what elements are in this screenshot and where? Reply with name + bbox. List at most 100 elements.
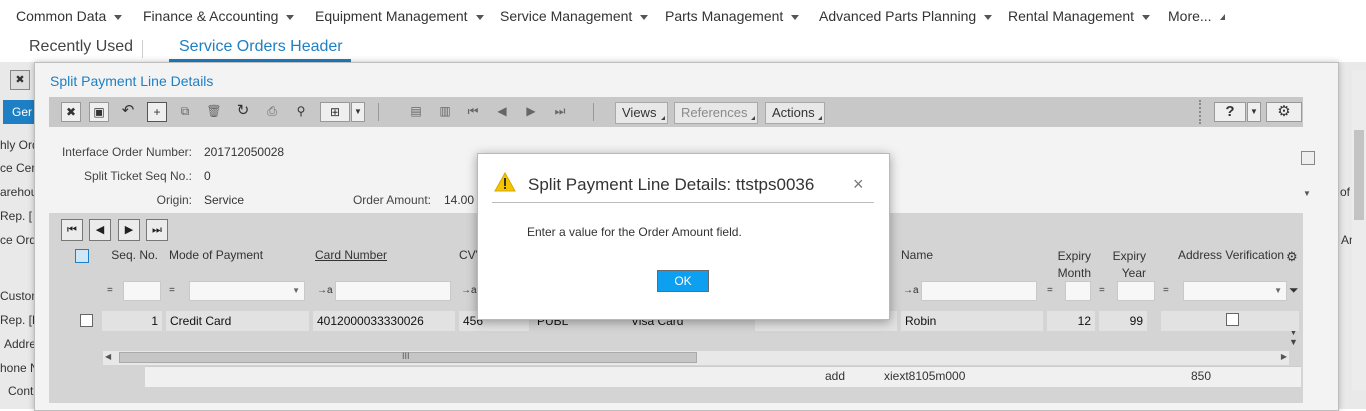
address-verification-checkbox[interactable]: [1226, 313, 1239, 326]
references-label: References: [681, 105, 748, 120]
first-record-icon[interactable]: ⏮: [463, 102, 483, 122]
grid-horizontal-scrollbar[interactable]: ◀ III ▶: [103, 351, 1289, 365]
card-number-filter[interactable]: [335, 281, 451, 301]
help-button[interactable]: ?: [1214, 102, 1246, 122]
column-expiry-month[interactable]: Expiry Month: [1045, 248, 1091, 282]
menu-more[interactable]: More...: [1168, 8, 1225, 24]
close-session-icon[interactable]: ✖: [10, 70, 30, 90]
references-menu[interactable]: References: [674, 102, 758, 124]
order-amount-label: Order Amount:: [352, 193, 431, 207]
cell-mode-of-payment[interactable]: Credit Card: [166, 311, 309, 331]
filter-contains-icon[interactable]: →a: [903, 285, 919, 296]
tab-general[interactable]: Ger: [3, 100, 37, 124]
name-filter[interactable]: [921, 281, 1037, 301]
last-record-icon[interactable]: ⏭: [550, 102, 570, 122]
column-mode-of-payment[interactable]: Mode of Payment: [169, 248, 263, 262]
scrollbar-thumb[interactable]: [1354, 130, 1364, 220]
page-vertical-scrollbar[interactable]: [1352, 70, 1366, 390]
actions-menu[interactable]: Actions: [765, 102, 825, 124]
save-icon[interactable]: ▣: [89, 102, 109, 122]
duplicate-icon[interactable]: ▥: [435, 102, 455, 122]
mode-of-payment-filter[interactable]: ▼: [189, 281, 305, 301]
menu-label: Equipment Management: [315, 8, 468, 24]
views-menu[interactable]: Views: [615, 102, 668, 124]
next-record-icon[interactable]: ▶: [521, 102, 541, 122]
filter-operator-icon[interactable]: =: [1047, 285, 1053, 296]
export-excel-icon[interactable]: ⊞: [320, 102, 350, 122]
print-icon[interactable]: ⎙: [262, 102, 282, 122]
close-icon[interactable]: ×: [853, 174, 864, 195]
expiry-year-filter[interactable]: [1117, 281, 1155, 301]
menu-rental-management[interactable]: Rental Management: [1008, 8, 1151, 24]
ok-button[interactable]: OK: [657, 270, 709, 292]
cell-name[interactable]: Robin: [901, 311, 1043, 331]
add-folder-icon[interactable]: ▤: [406, 102, 426, 122]
filter-contains-icon[interactable]: →a: [317, 285, 333, 296]
scrollbar-grip: III: [402, 351, 410, 361]
menu-advanced-parts-planning[interactable]: Advanced Parts Planning: [819, 8, 993, 24]
chevron-down-icon[interactable]: ▼: [351, 102, 365, 122]
tab-recently-used[interactable]: Recently Used: [29, 38, 133, 56]
filter-operator-icon[interactable]: =: [107, 285, 113, 296]
seq-no-filter[interactable]: [123, 281, 161, 301]
scroll-left-icon[interactable]: ◀: [105, 352, 111, 361]
grid-settings-gear-icon[interactable]: ⚙: [1286, 249, 1298, 265]
refresh-icon[interactable]: ↻: [233, 102, 253, 122]
column-address-verification[interactable]: Address Verification: [1178, 248, 1284, 262]
column-expiry-year[interactable]: Expiry Year: [1103, 248, 1146, 282]
chevron-down-icon[interactable]: ▼: [1247, 102, 1261, 122]
background-row: [145, 366, 1301, 387]
form-scroll-icon[interactable]: [1301, 151, 1315, 165]
tab-service-orders-header[interactable]: Service Orders Header: [179, 38, 343, 56]
menu-common-data[interactable]: Common Data: [16, 8, 123, 24]
new-record-icon[interactable]: +: [147, 102, 167, 122]
menu-finance-accounting[interactable]: Finance & Accounting: [143, 8, 295, 24]
chevron-down-icon[interactable]: ▼: [1303, 189, 1311, 198]
menu-service-management[interactable]: Service Management: [500, 8, 649, 24]
filter-operator-icon[interactable]: =: [169, 285, 175, 296]
dropdown-corner-icon: [751, 116, 755, 120]
delete-icon[interactable]: 🗑: [204, 102, 224, 122]
column-card-number[interactable]: Card Number: [315, 248, 387, 262]
close-icon[interactable]: ✖: [61, 102, 81, 122]
chevron-down-icon: ▼: [1274, 286, 1282, 295]
last-page-icon[interactable]: ⏭: [146, 219, 168, 241]
settings-gear-icon[interactable]: ⚙: [1266, 102, 1302, 122]
menu-label: Parts Management: [665, 8, 784, 24]
row-checkbox[interactable]: [80, 314, 93, 327]
origin-label: Origin:: [156, 193, 192, 207]
filter-operator-icon[interactable]: =: [1099, 285, 1105, 296]
menu-equipment-management[interactable]: Equipment Management: [315, 8, 484, 24]
previous-page-icon[interactable]: ◀: [89, 219, 111, 241]
toolbar-divider: [593, 103, 594, 121]
bg-cell-session: xiext8105m000: [884, 369, 966, 383]
expiry-month-filter[interactable]: [1065, 281, 1091, 301]
session-tabs: Recently Used Service Orders Header: [0, 32, 1366, 62]
bg-label: Cont: [8, 384, 34, 398]
dropdown-corner-icon: [818, 116, 822, 120]
menu-label: More...: [1168, 8, 1212, 24]
cell-expiry-month[interactable]: 12: [1047, 311, 1095, 331]
filter-contains-icon[interactable]: →a: [461, 285, 477, 296]
bg-label: Addre: [4, 337, 37, 351]
search-icon[interactable]: ⚲: [291, 102, 311, 122]
previous-record-icon[interactable]: ◀: [492, 102, 512, 122]
filter-funnel-icon[interactable]: ⏷: [1289, 283, 1299, 298]
column-seq-no[interactable]: Seq. No.: [111, 248, 158, 262]
cell-expiry-year[interactable]: 99: [1099, 311, 1147, 331]
first-page-icon[interactable]: ⏮: [61, 219, 83, 241]
undo-icon[interactable]: ↶: [118, 102, 138, 122]
copy-record-icon[interactable]: ⧉: [175, 102, 195, 122]
scrollbar-thumb[interactable]: III: [119, 351, 697, 363]
cell-card-number[interactable]: 4012000033330026: [313, 311, 455, 331]
cell-seq-no[interactable]: 1: [102, 311, 162, 331]
column-name[interactable]: Name: [901, 248, 933, 262]
filter-operator-icon[interactable]: =: [1163, 285, 1169, 296]
menu-parts-management[interactable]: Parts Management: [665, 8, 800, 24]
column-label: Year: [1121, 266, 1146, 280]
scroll-right-icon[interactable]: ▶: [1281, 352, 1287, 361]
menu-label: Finance & Accounting: [143, 8, 279, 24]
next-page-icon[interactable]: ▶: [118, 219, 140, 241]
select-all-checkbox[interactable]: [75, 249, 89, 263]
address-verification-filter[interactable]: ▼: [1183, 281, 1287, 301]
